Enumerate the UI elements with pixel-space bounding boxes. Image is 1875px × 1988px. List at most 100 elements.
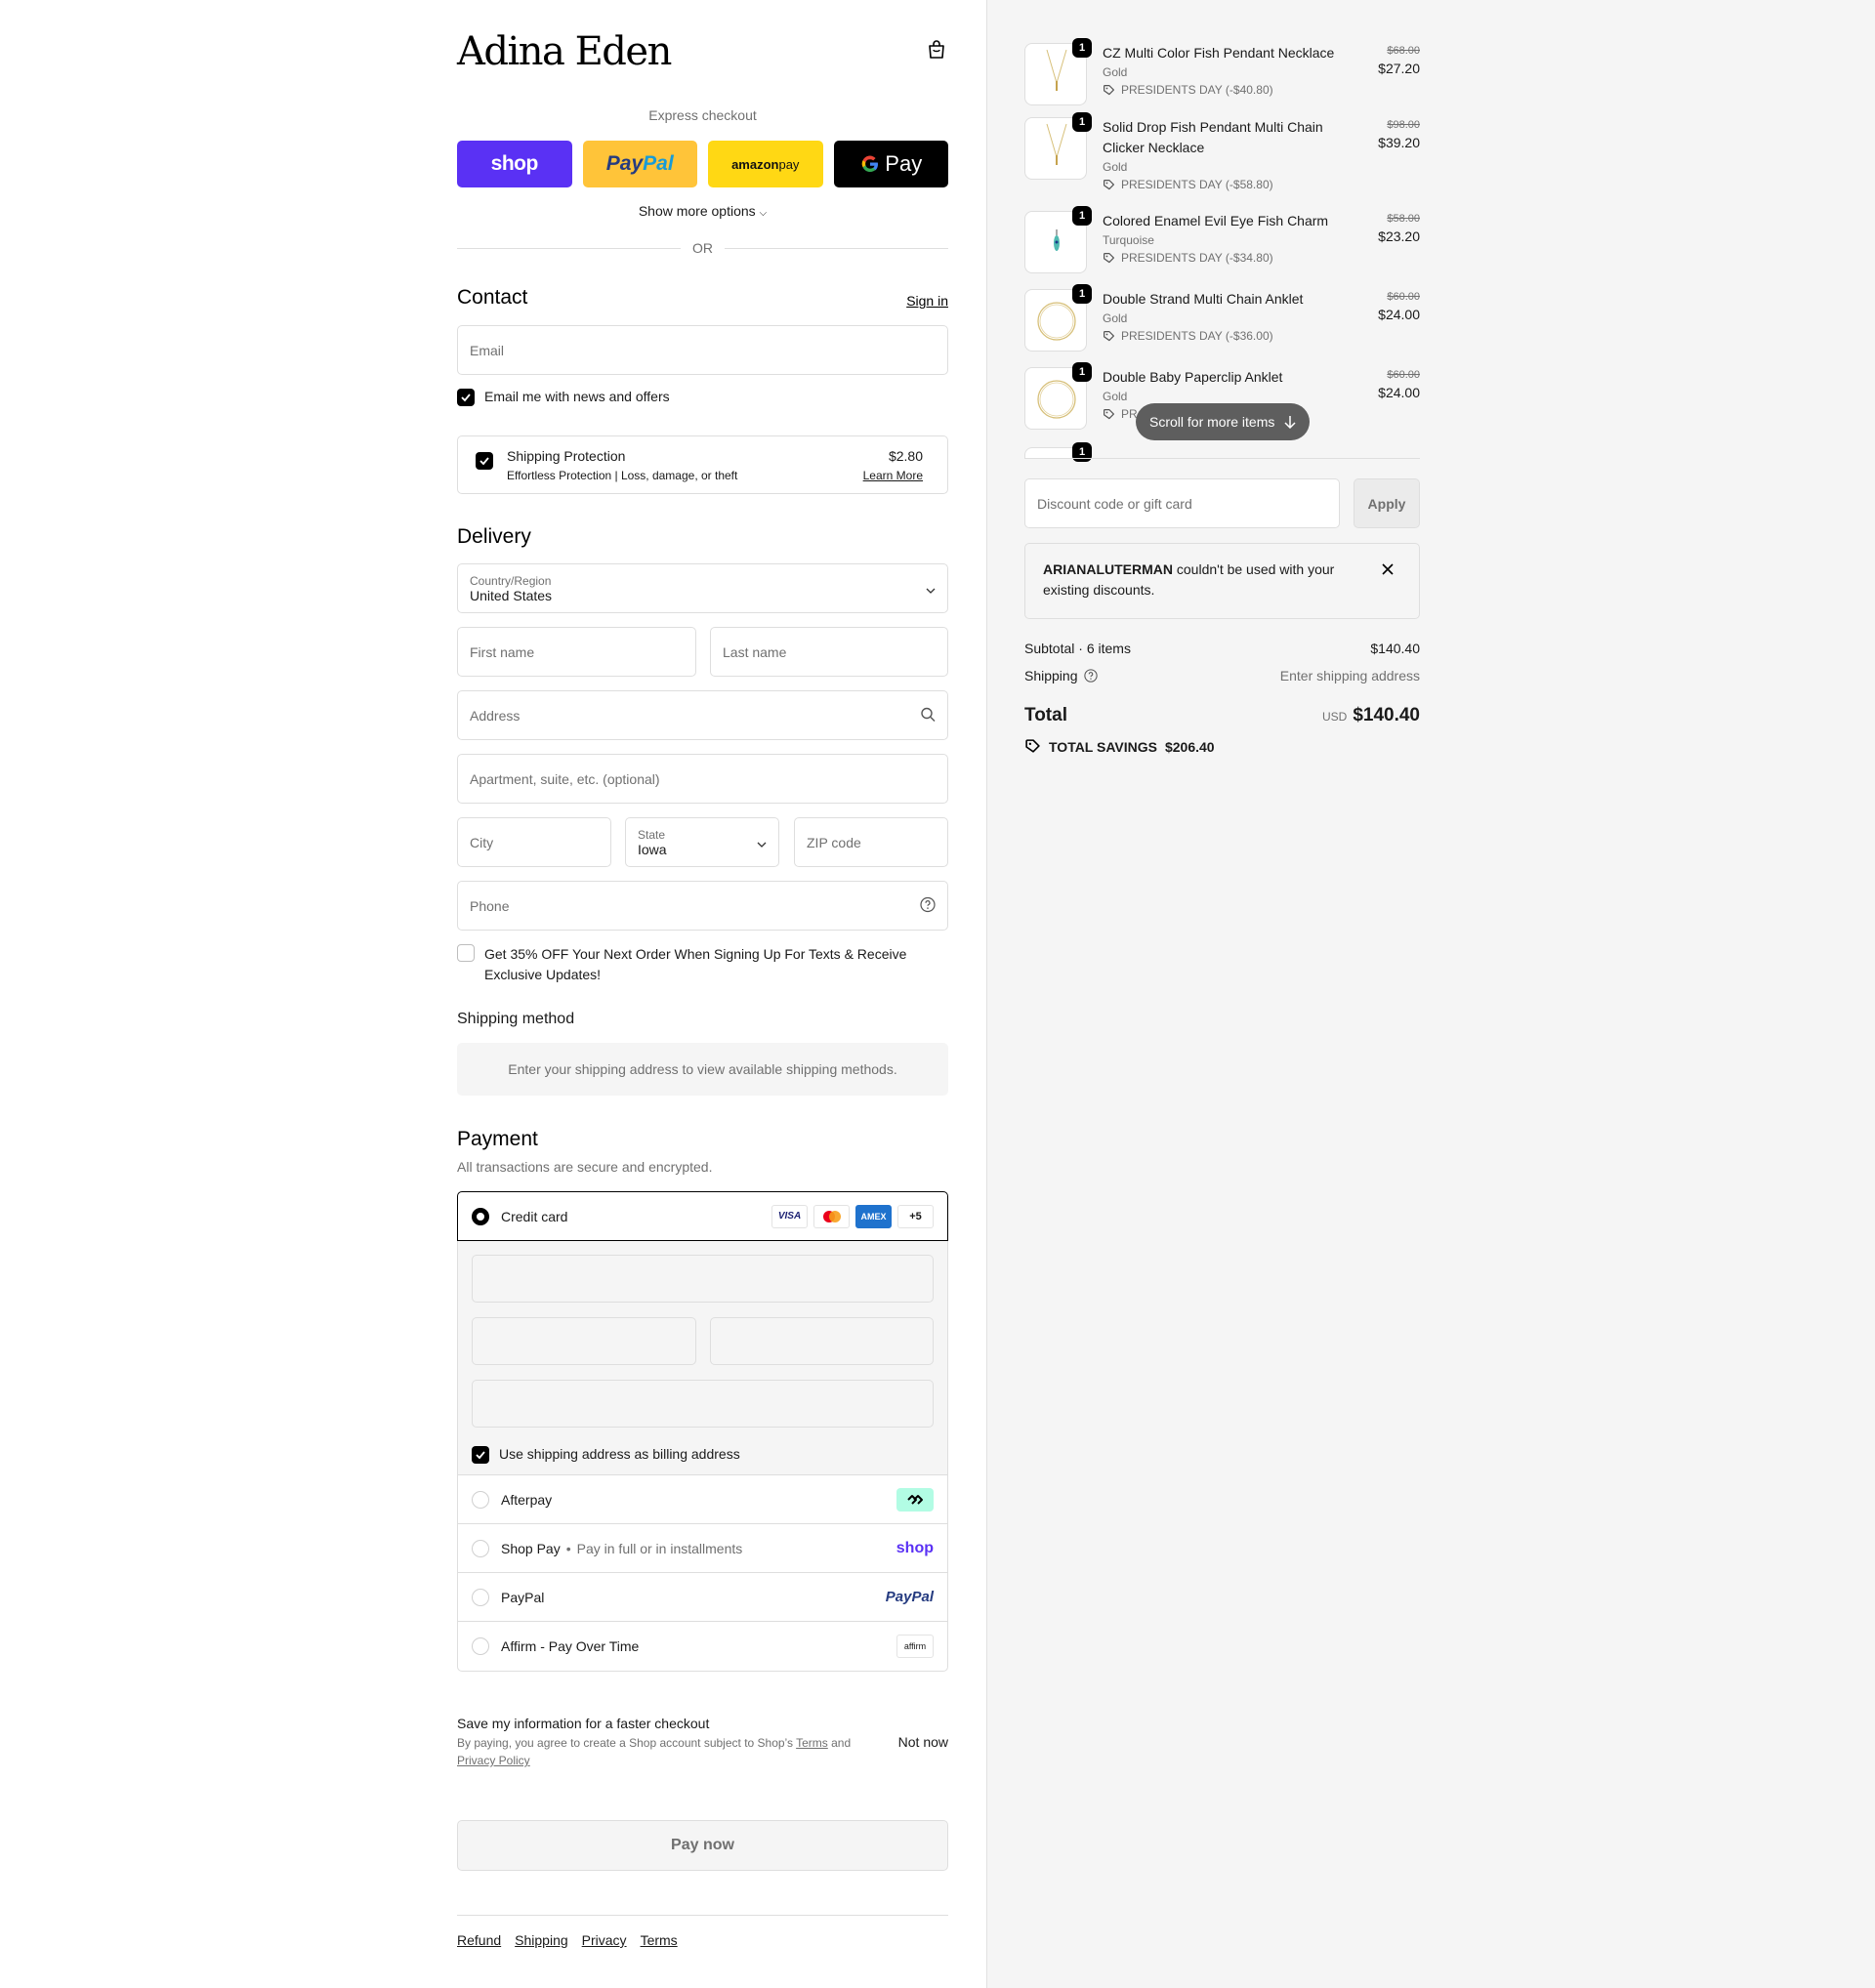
item-original-price: $58.00 bbox=[1387, 213, 1420, 225]
apartment-field[interactable]: Apartment, suite, etc. (optional) bbox=[457, 754, 948, 804]
shop-terms-link[interactable]: Terms bbox=[796, 1736, 828, 1750]
phone-field[interactable]: Phone bbox=[457, 881, 948, 931]
zip-field[interactable]: ZIP code bbox=[794, 817, 948, 867]
express-checkout-buttons: shop Pay Pal amazon pay Pay bbox=[457, 141, 948, 187]
country-label: Country/Region bbox=[470, 573, 552, 588]
credit-card-radio[interactable] bbox=[472, 1207, 489, 1225]
google-g-icon bbox=[862, 155, 879, 173]
discount-code-field[interactable]: Discount code or gift card bbox=[1024, 478, 1340, 528]
sms-offer-checkbox[interactable] bbox=[457, 944, 475, 962]
affirm-radio[interactable] bbox=[472, 1637, 489, 1655]
item-details: CZ Multi Color Fish Pendant Necklace Gold… bbox=[1103, 43, 1366, 99]
item-name: Colored Enamel Evil Eye Fish Charm bbox=[1103, 213, 1329, 228]
total-row: Total USD $140.40 bbox=[1024, 705, 1420, 726]
discount-error-notice: ARIANALUTERMAN couldn't be used with you… bbox=[1024, 543, 1420, 619]
email-placeholder: Email bbox=[470, 342, 505, 358]
sms-offer-line-1: Get 35% OFF Your Next Order When Signing… bbox=[484, 946, 907, 962]
shipping-method-notice: Enter your shipping address to view avai… bbox=[457, 1043, 948, 1096]
affirm-option[interactable]: Affirm - Pay Over Time affirm bbox=[458, 1622, 947, 1671]
footer-refund-link[interactable]: Refund bbox=[457, 1932, 501, 1948]
pay-now-button[interactable]: Pay now bbox=[457, 1820, 948, 1871]
afterpay-option[interactable]: Afterpay bbox=[458, 1475, 947, 1524]
shop-pay-option[interactable]: Shop Pay • Pay in full or in installment… bbox=[458, 1524, 947, 1573]
first-name-field[interactable]: First name bbox=[457, 627, 696, 677]
item-quantity-badge: 1 bbox=[1072, 284, 1092, 304]
item-price: $68.00 $27.20 bbox=[1378, 43, 1420, 78]
billing-same-checkbox-row[interactable]: Use shipping address as billing address bbox=[472, 1446, 740, 1464]
address-field[interactable]: Address bbox=[457, 690, 948, 740]
footer-privacy-link[interactable]: Privacy bbox=[582, 1932, 627, 1948]
item-quantity-badge: 1 bbox=[1072, 206, 1092, 226]
item-thumbnail: 1 bbox=[1024, 38, 1092, 105]
email-field[interactable]: Email bbox=[457, 325, 948, 375]
close-icon[interactable] bbox=[1382, 563, 1394, 575]
items-divider bbox=[1024, 458, 1420, 459]
apply-discount-button[interactable]: Apply bbox=[1354, 478, 1420, 528]
show-more-options[interactable]: Show more options ⌵ bbox=[457, 203, 948, 219]
paypal-logo: PayPal bbox=[885, 1589, 934, 1605]
card-name-field[interactable] bbox=[472, 1380, 934, 1428]
visa-icon: VISA bbox=[771, 1204, 808, 1228]
item-quantity-badge: 1 bbox=[1072, 38, 1092, 58]
item-price: $60.00 $24.00 bbox=[1378, 289, 1420, 324]
news-offers-checkbox[interactable] bbox=[457, 389, 475, 406]
credit-card-option[interactable]: Credit card VISA AMEX +5 bbox=[457, 1191, 948, 1241]
footer-links: Refund Shipping Privacy Terms bbox=[457, 1932, 678, 1948]
last-name-field[interactable]: Last name bbox=[710, 627, 948, 677]
billing-same-checkbox[interactable] bbox=[472, 1446, 489, 1464]
payment-subheading: All transactions are secure and encrypte… bbox=[457, 1159, 713, 1175]
paypal-label: PayPal bbox=[501, 1589, 545, 1605]
amazon-pay-text: pay bbox=[778, 156, 800, 172]
city-field[interactable]: City bbox=[457, 817, 611, 867]
item-variant: Gold bbox=[1103, 65, 1128, 79]
card-cvv-field[interactable] bbox=[710, 1317, 934, 1365]
shop-pay-radio[interactable] bbox=[472, 1539, 489, 1557]
scroll-more-items-button[interactable]: Scroll for more items bbox=[1136, 403, 1311, 440]
order-summary: 1 CZ Multi Color Fish Pendant Necklace Gol… bbox=[1024, 0, 1420, 781]
arrow-down-icon bbox=[1284, 416, 1296, 429]
sign-in-link[interactable]: Sign in bbox=[906, 293, 948, 309]
brand-logo[interactable]: Adina Eden bbox=[457, 29, 672, 74]
shop-pay-button[interactable]: shop bbox=[457, 141, 572, 187]
news-offers-checkbox-row[interactable]: Email me with news and offers bbox=[457, 389, 670, 406]
shopping-bag-icon[interactable] bbox=[926, 39, 947, 61]
shop-privacy-link[interactable]: Privacy Policy bbox=[457, 1754, 530, 1767]
total-savings: TOTAL SAVINGS $206.40 bbox=[1024, 738, 1215, 755]
item-sale-price: $39.20 bbox=[1378, 135, 1420, 150]
sms-offer-line-2: Exclusive Updates! bbox=[484, 967, 602, 982]
amazon-pay-button[interactable]: amazon pay bbox=[708, 141, 823, 187]
item-discount-label: PRESIDENTS DAY (-$34.80) bbox=[1121, 251, 1273, 265]
afterpay-radio[interactable] bbox=[472, 1490, 489, 1509]
item-sale-price: $24.00 bbox=[1378, 307, 1420, 322]
shipping-protection-box[interactable]: Shipping Protection Effortless Protectio… bbox=[457, 435, 948, 494]
item-discount: PRESIDENTS DAY (-$58.80) bbox=[1103, 176, 1366, 193]
paypal-button[interactable]: Pay Pal bbox=[582, 141, 697, 187]
item-discount: PRESIDENTS DAY (-$40.80) bbox=[1103, 81, 1366, 99]
item-quantity-badge: 1 bbox=[1072, 112, 1092, 132]
sms-offer-checkbox-row[interactable]: Get 35% OFF Your Next Order When Signing… bbox=[457, 944, 906, 985]
apply-label: Apply bbox=[1367, 495, 1406, 512]
not-now-button[interactable]: Not now bbox=[898, 1734, 948, 1750]
paypal-option[interactable]: PayPal PayPal bbox=[458, 1573, 947, 1622]
google-pay-button[interactable]: Pay bbox=[833, 141, 948, 187]
country-select[interactable]: Country/Region United States bbox=[457, 563, 948, 613]
card-number-field[interactable] bbox=[472, 1255, 934, 1303]
footer-terms-link[interactable]: Terms bbox=[641, 1932, 678, 1948]
city-placeholder: City bbox=[470, 834, 494, 850]
or-divider: OR bbox=[457, 240, 948, 256]
tag-icon bbox=[1104, 408, 1114, 419]
state-select[interactable]: State Iowa bbox=[625, 817, 779, 867]
card-expiry-field[interactable] bbox=[472, 1317, 696, 1365]
learn-more-link[interactable]: Learn More bbox=[863, 469, 923, 482]
discount-code-name: ARIANALUTERMAN bbox=[1043, 561, 1173, 577]
contact-heading: Contact bbox=[457, 286, 528, 309]
footer-shipping-link[interactable]: Shipping bbox=[515, 1932, 568, 1948]
paypal-radio[interactable] bbox=[472, 1588, 489, 1606]
item-variant: Gold bbox=[1103, 311, 1128, 325]
help-circle-icon[interactable] bbox=[1083, 669, 1098, 683]
tag-icon bbox=[1025, 739, 1040, 753]
help-circle-icon[interactable] bbox=[920, 896, 936, 915]
paypal-logo-pal: Pal bbox=[643, 152, 674, 175]
shipping-protection-checkbox[interactable] bbox=[476, 452, 493, 470]
item-name: CZ Multi Color Fish Pendant Necklace bbox=[1103, 45, 1335, 61]
